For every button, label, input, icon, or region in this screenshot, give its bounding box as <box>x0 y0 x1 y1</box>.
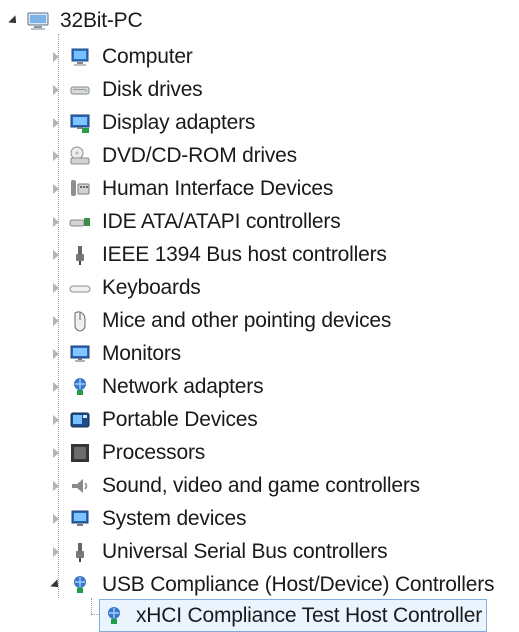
tree-item-label: Processors <box>102 440 206 464</box>
expand-arrow-icon[interactable] <box>50 249 62 261</box>
xhci-controller-icon <box>102 604 126 628</box>
tree-item-label: Monitors <box>102 341 181 365</box>
expand-arrow-icon[interactable] <box>50 348 62 360</box>
tree-item-mice-and-other-pointing-devices[interactable]: Mice and other pointing devices <box>50 304 391 337</box>
expand-arrow-icon[interactable] <box>50 513 62 525</box>
expand-arrow-icon[interactable] <box>50 183 62 195</box>
ieee1394-icon <box>68 243 92 267</box>
tree-item-label: DVD/CD-ROM drives <box>102 143 297 167</box>
sound-icon <box>68 474 92 498</box>
tree-item-human-interface-devices[interactable]: Human Interface Devices <box>50 172 333 205</box>
tree-item-label: Human Interface Devices <box>102 176 334 200</box>
tree-item-sound-video-and-game-controllers[interactable]: Sound, video and game controllers <box>50 469 420 502</box>
dvd-drive-icon <box>68 144 92 168</box>
expand-arrow-icon[interactable] <box>50 150 62 162</box>
expand-arrow-icon[interactable] <box>50 414 62 426</box>
tree-item-label: Keyboards <box>102 275 201 299</box>
tree-item-label: IEEE 1394 Bus host controllers <box>102 242 387 266</box>
computer-icon <box>68 45 92 69</box>
tree-item-label: Computer <box>102 44 193 68</box>
disk-drive-icon <box>68 78 92 102</box>
tree-item-label: Display adapters <box>102 110 256 134</box>
expand-arrow-icon[interactable] <box>50 84 62 96</box>
system-device-icon <box>68 507 92 531</box>
tree-item-display-adapters[interactable]: Display adapters <box>50 106 255 139</box>
processor-icon <box>68 441 92 465</box>
usb-compliance-icon <box>68 573 92 597</box>
tree-item-label: Universal Serial Bus controllers <box>102 539 388 563</box>
tree-item-label: Mice and other pointing devices <box>102 308 392 332</box>
expand-arrow-icon[interactable] <box>8 15 20 27</box>
tree-child-label: xHCI Compliance Test Host Controller <box>136 603 483 627</box>
tree-item-label: Portable Devices <box>102 407 258 431</box>
tree-root-32bit-pc[interactable]: 32Bit-PC <box>8 4 143 37</box>
expand-arrow-icon[interactable] <box>50 117 62 129</box>
network-adapter-icon <box>68 375 92 399</box>
child-connector-line <box>91 598 92 614</box>
expand-arrow-icon[interactable] <box>50 51 62 63</box>
tree-item-universal-serial-bus-controllers[interactable]: Universal Serial Bus controllers <box>50 535 388 568</box>
tree-item-label: System devices <box>102 506 247 530</box>
tree-item-xhci-compliance-test-host-controller[interactable]: xHCI Compliance Test Host Controller <box>99 599 488 632</box>
tree-item-keyboards[interactable]: Keyboards <box>50 271 201 304</box>
expand-arrow-icon[interactable] <box>50 579 62 591</box>
monitor-icon <box>68 342 92 366</box>
tree-item-system-devices[interactable]: System devices <box>50 502 246 535</box>
portable-device-icon <box>68 408 92 432</box>
tree-item-label: Sound, video and game controllers <box>102 473 420 497</box>
tree-item-label: IDE ATA/ATAPI controllers <box>102 209 341 233</box>
tree-item-computer[interactable]: Computer <box>50 40 193 73</box>
expand-arrow-icon[interactable] <box>50 282 62 294</box>
expand-arrow-icon[interactable] <box>50 480 62 492</box>
tree-item-disk-drives[interactable]: Disk drives <box>50 73 203 106</box>
keyboard-icon <box>68 276 92 300</box>
expand-arrow-icon[interactable] <box>50 381 62 393</box>
tree-root-label: 32Bit-PC <box>60 8 143 32</box>
tree-item-network-adapters[interactable]: Network adapters <box>50 370 264 403</box>
display-adapter-icon <box>68 111 92 135</box>
tree-item-label: USB Compliance (Host/Device) Controllers <box>102 572 495 596</box>
expand-arrow-icon[interactable] <box>50 216 62 228</box>
mouse-icon <box>68 309 92 333</box>
tree-item-label: Network adapters <box>102 374 264 398</box>
tree-item-processors[interactable]: Processors <box>50 436 205 469</box>
tree-item-dvd-cd-rom-drives[interactable]: DVD/CD-ROM drives <box>50 139 297 172</box>
usb-icon <box>68 540 92 564</box>
expand-arrow-icon[interactable] <box>50 315 62 327</box>
tree-item-ieee-1394-bus-host-controllers[interactable]: IEEE 1394 Bus host controllers <box>50 238 387 271</box>
expand-arrow-icon[interactable] <box>50 447 62 459</box>
tree-item-usb-compliance-host-device-controllers[interactable]: USB Compliance (Host/Device) Controllers <box>50 568 494 601</box>
computer-icon <box>26 9 50 33</box>
tree-item-ide-ata-atapi-controllers[interactable]: IDE ATA/ATAPI controllers <box>50 205 341 238</box>
tree-item-label: Disk drives <box>102 77 203 101</box>
tree-item-portable-devices[interactable]: Portable Devices <box>50 403 258 436</box>
hid-icon <box>68 177 92 201</box>
device-manager-tree: 32Bit-PC Computer Disk drives Display ad… <box>0 0 519 632</box>
tree-item-monitors[interactable]: Monitors <box>50 337 181 370</box>
ide-controller-icon <box>68 210 92 234</box>
expand-arrow-icon[interactable] <box>50 546 62 558</box>
